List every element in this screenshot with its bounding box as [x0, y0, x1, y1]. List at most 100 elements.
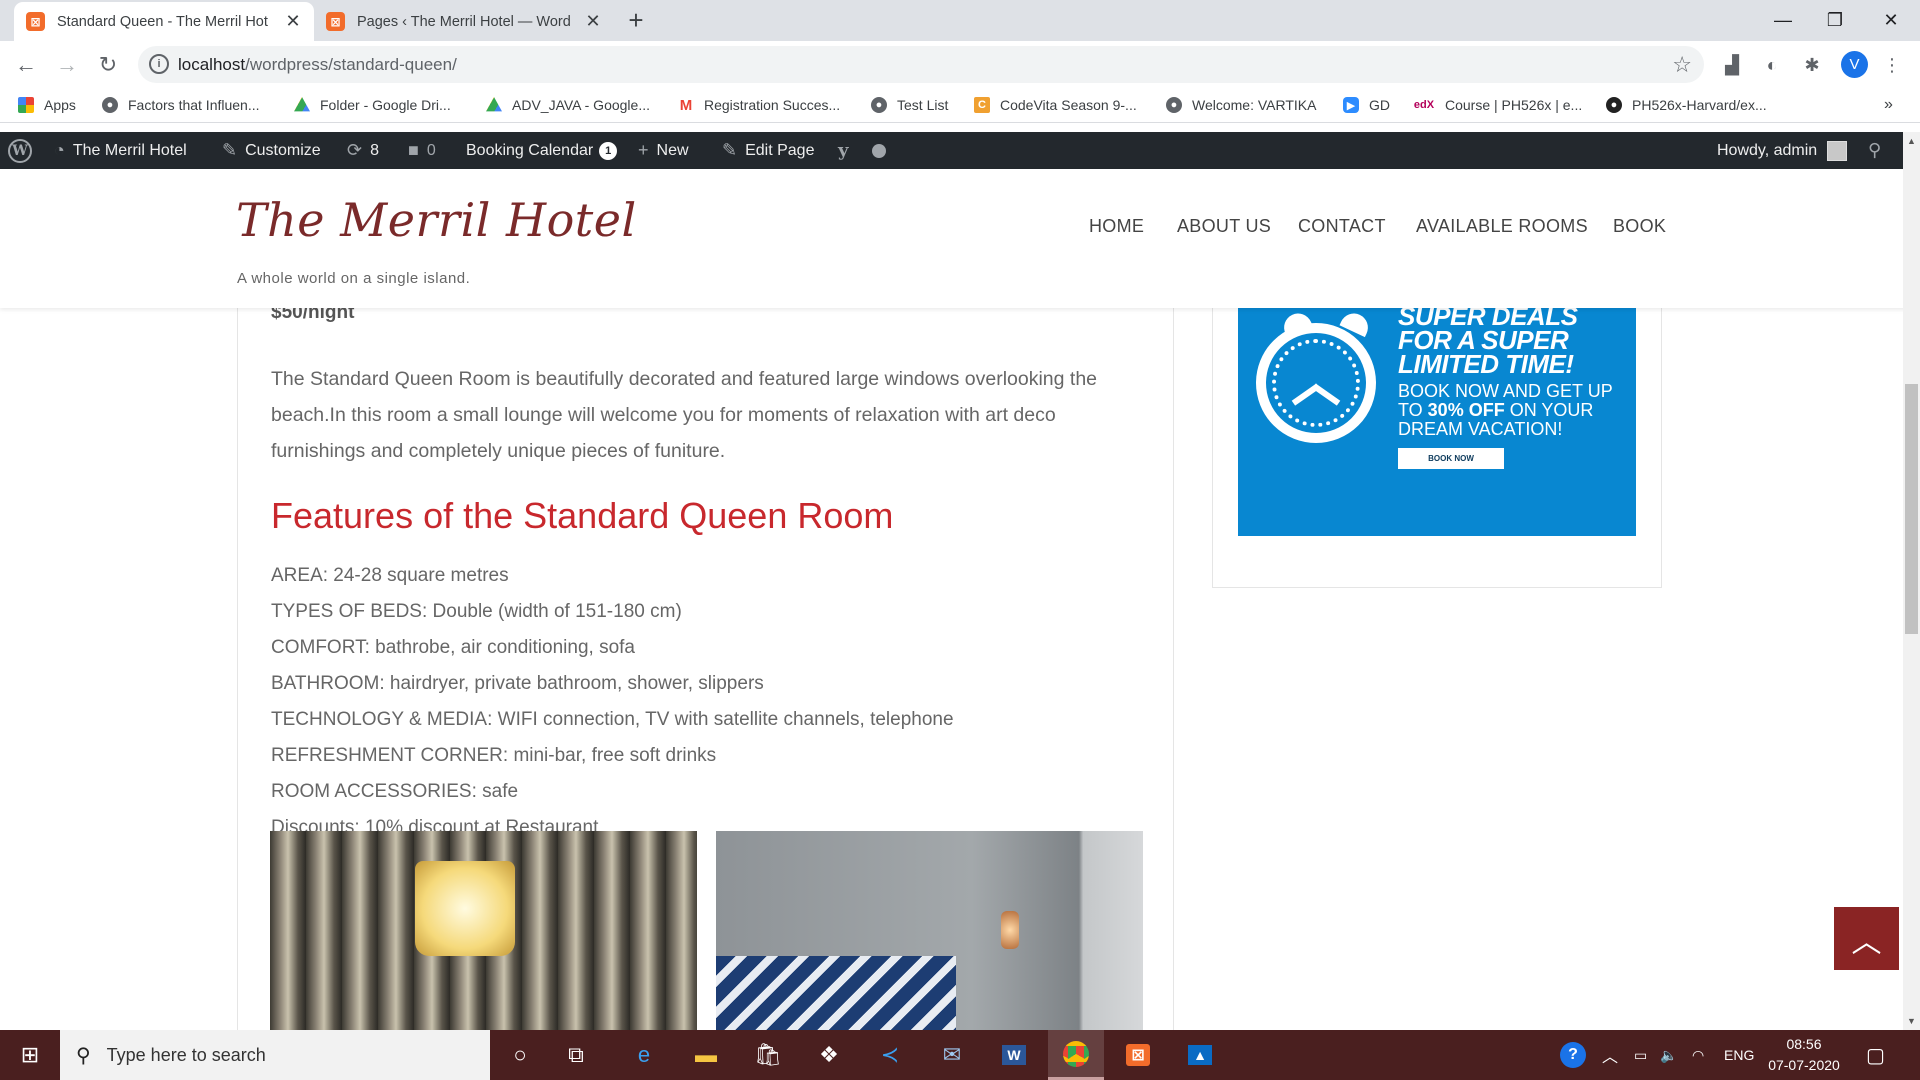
edge-icon[interactable]: e [616, 1030, 672, 1080]
bookmark-item[interactable]: ▶ GD [1343, 95, 1390, 115]
yoast-icon[interactable]: y [838, 132, 856, 169]
list-item: TYPES OF BEDS: Double (width of 151-180 … [271, 601, 682, 622]
chrome-icon[interactable] [1048, 1030, 1104, 1080]
main-column: $50/night The Standard Queen Room is bea… [237, 308, 1174, 1030]
restore-button[interactable]: ❐ [1806, 0, 1864, 41]
bookmark-item[interactable]: ADV_JAVA - Google... [486, 95, 650, 115]
minimize-button[interactable]: — [1754, 0, 1812, 41]
scroll-up-arrow-icon[interactable]: ▲ [1907, 136, 1916, 146]
nav-available-rooms[interactable]: AVAILABLE ROOMS [1416, 216, 1588, 237]
promo-banner[interactable]: SUPER DEALS FOR A SUPER LIMITED TIME! BO… [1238, 308, 1636, 536]
info-icon[interactable]: i [149, 54, 169, 74]
forward-button[interactable]: → [51, 49, 83, 81]
bookmark-item[interactable]: ● Welcome: VARTIKA [1166, 95, 1316, 115]
nav-home[interactable]: HOME [1089, 216, 1144, 237]
more-bookmarks-icon[interactable]: » [1884, 95, 1893, 115]
room-photo-bed[interactable] [716, 831, 1143, 1030]
admin-site-name[interactable]: ◔ The Merril Hotel [54, 132, 187, 169]
language-indicator[interactable]: ENG [1724, 1030, 1754, 1080]
bookmark-apps[interactable]: Apps [18, 95, 76, 115]
scroll-to-top-button[interactable]: ︿ [1834, 907, 1899, 970]
admin-customize[interactable]: ✎ Customize [222, 132, 321, 169]
scrollbar-thumb[interactable] [1905, 384, 1918, 634]
wifi-icon[interactable]: ◠ [1692, 1030, 1704, 1080]
close-window-button[interactable]: ✕ [1862, 0, 1920, 41]
apps-grid-icon [18, 97, 34, 113]
nav-contact[interactable]: CONTACT [1298, 216, 1386, 237]
back-button[interactable]: ← [10, 49, 42, 81]
admin-booking-calendar[interactable]: Booking Calendar 1 [466, 132, 618, 169]
site-title[interactable]: The Merril Hotel [236, 193, 637, 247]
chevron-up-icon[interactable]: ︿ [1602, 1030, 1618, 1080]
admin-search-icon[interactable]: ⚲ [1868, 132, 1889, 169]
google-drive-icon [486, 97, 502, 112]
bookmark-item[interactable]: C CodeVita Season 9-... [974, 95, 1137, 115]
dashboard-icon: ◔ [54, 140, 65, 160]
mail-icon[interactable]: ✉ [924, 1030, 980, 1080]
cortana-icon[interactable]: ○ [492, 1030, 548, 1080]
windows-start-icon[interactable]: ⊞ [0, 1030, 60, 1080]
tab-title: Standard Queen - The Merril Hot [57, 13, 268, 30]
tab-title: Pages ‹ The Merril Hotel — Word [357, 13, 571, 30]
edx-icon: edX [1413, 99, 1435, 111]
features-heading: Features of the Standard Queen Room [271, 495, 894, 536]
admin-edit-page[interactable]: ✎ Edit Page [722, 132, 814, 169]
admin-comments[interactable]: ■ 0 [408, 132, 436, 169]
bookmark-item[interactable]: ● PH526x-Harvard/ex... [1606, 95, 1767, 115]
tab-standard-queen[interactable]: ⊠ Standard Queen - The Merril Hot ✕ [14, 2, 314, 41]
admin-new[interactable]: + New [638, 132, 689, 169]
wordpress-logo-icon[interactable]: W [8, 132, 32, 169]
notification-icon[interactable]: ▢ [1866, 1030, 1885, 1080]
seo-status-dot-icon[interactable] [872, 132, 886, 169]
bookmark-item[interactable]: M Registration Succes... [678, 95, 840, 115]
store-icon[interactable]: 🛍 [740, 1030, 796, 1080]
pillows-image [716, 956, 956, 1030]
nav-book[interactable]: BOOK [1613, 216, 1666, 237]
promo-headline: SUPER DEALS FOR A SUPER LIMITED TIME! [1398, 308, 1578, 379]
codevita-icon: C [974, 97, 990, 113]
close-icon[interactable]: ✕ [584, 11, 602, 32]
bookmark-item[interactable]: ● Factors that Influen... [102, 95, 260, 115]
taskbar-search-box[interactable]: ⚲ Type here to search [60, 1030, 490, 1080]
address-bar[interactable]: i localhost/wordpress/standard-queen/ ☆ [138, 46, 1704, 83]
search-icon: ⚲ [76, 1044, 91, 1067]
photos-icon[interactable]: ▲ [1172, 1030, 1228, 1080]
nav-about-us[interactable]: ABOUT US [1177, 216, 1271, 237]
extension-analytics-icon[interactable]: ▟ [1720, 53, 1744, 77]
room-description: The Standard Queen Room is beautifully d… [271, 368, 1098, 462]
wp-admin-bar: W ◔ The Merril Hotel ✎ Customize ⟳ 8 ■ 0 Boo… [0, 132, 1920, 169]
room-photo-lamp[interactable] [270, 831, 697, 1030]
help-icon[interactable]: ? [1560, 1030, 1586, 1080]
features-list: AREA: 24-28 square metres TYPES OF BEDS:… [271, 558, 954, 846]
tab-pages[interactable]: ⊠ Pages ‹ The Merril Hotel — Word ✕ [314, 2, 614, 41]
task-view-icon[interactable]: ⧉ [548, 1030, 604, 1080]
page-scrollbar[interactable]: ▲ ▼ [1903, 132, 1920, 1030]
xampp-taskbar-icon[interactable]: ⊠ [1110, 1030, 1166, 1080]
admin-howdy[interactable]: Howdy, admin [1717, 132, 1848, 169]
system-clock[interactable]: 08:56 07-07-2020 [1764, 1034, 1844, 1076]
bookmark-item[interactable]: ● Test List [871, 95, 948, 115]
vscode-icon[interactable]: ≺ [862, 1030, 918, 1080]
scroll-down-arrow-icon[interactable]: ▼ [1907, 1016, 1916, 1026]
google-drive-icon [294, 97, 310, 112]
word-icon[interactable]: W [986, 1030, 1042, 1080]
windows-taskbar: ⊞ ⚲ Type here to search ○ ⧉ e ▬ 🛍 ❖ ≺ ✉ … [0, 1030, 1920, 1080]
dropbox-icon[interactable]: ❖ [801, 1030, 857, 1080]
extensions-puzzle-icon[interactable]: ✱ [1800, 53, 1824, 77]
profile-avatar[interactable]: V [1841, 51, 1868, 78]
bookmark-item[interactable]: Folder - Google Dri... [294, 95, 451, 115]
extension-circle-icon[interactable]: ◐ [1760, 53, 1784, 77]
admin-updates[interactable]: ⟳ 8 [347, 132, 379, 169]
reload-button[interactable]: ↻ [92, 49, 124, 81]
close-icon[interactable]: ✕ [284, 11, 302, 32]
menu-dots-icon[interactable]: ⋮ [1880, 53, 1904, 77]
battery-icon[interactable]: ▭ [1634, 1030, 1647, 1080]
file-explorer-icon[interactable]: ▬ [678, 1030, 734, 1080]
new-tab-button[interactable]: + [622, 5, 650, 35]
list-item: BATHROOM: hairdryer, private bathroom, s… [271, 673, 764, 694]
bookmark-star-icon[interactable]: ☆ [1672, 52, 1692, 78]
bookmark-item[interactable]: edX Course | PH526x | e... [1413, 95, 1582, 115]
promo-book-now-button[interactable]: BOOK NOW [1398, 448, 1504, 469]
globe-icon: ● [871, 97, 887, 113]
volume-icon[interactable]: 🔈 [1660, 1030, 1677, 1080]
